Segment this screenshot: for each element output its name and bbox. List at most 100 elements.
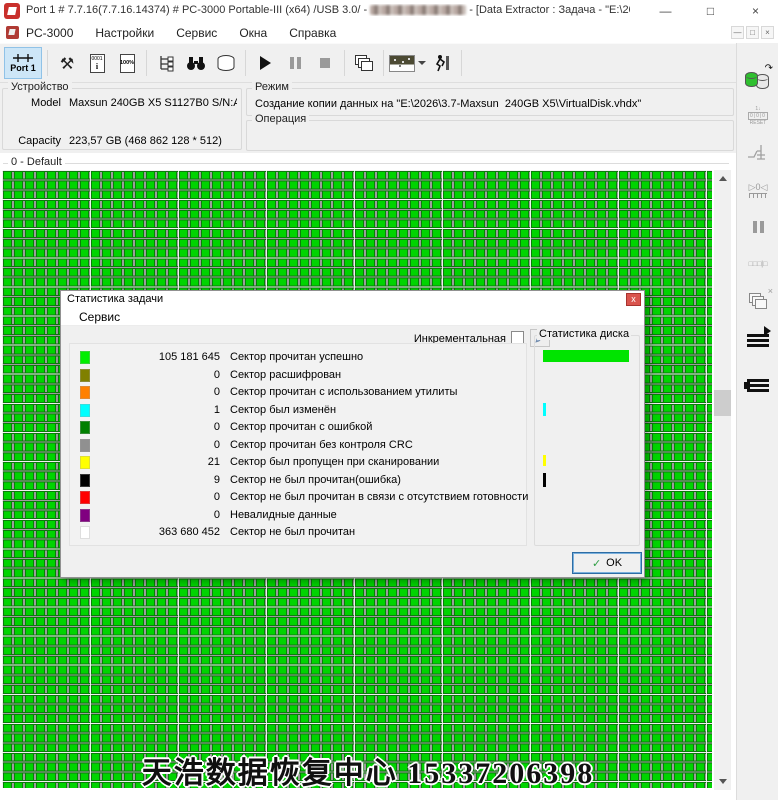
port1-button[interactable]: Port 1	[4, 47, 42, 79]
circuit-icon	[748, 145, 765, 160]
bus-run-button[interactable]	[742, 324, 774, 358]
toolbar-separator	[245, 50, 246, 76]
pause-icon	[289, 57, 301, 69]
dialog-menu-service[interactable]: Сервис	[79, 310, 120, 324]
device-group-label: Устройство	[8, 81, 72, 93]
stop-icon	[320, 58, 330, 68]
mdi-close-button[interactable]: ×	[761, 26, 774, 39]
right-toolbar: ↷ 1↓ 0|0|0 RESET ▷0◁ □□□|□ ×	[736, 43, 778, 800]
dialog-menubar: Сервис	[61, 308, 644, 326]
ok-button[interactable]: ✓ OK	[572, 552, 642, 574]
power-scheme-button[interactable]	[742, 136, 774, 170]
delete-tasks-button[interactable]: ×	[742, 284, 774, 318]
start-button[interactable]	[251, 48, 279, 78]
watermark-text: 天浩数据恢复中心 15337206398	[141, 757, 595, 790]
scrollbar-thumb[interactable]	[714, 390, 731, 416]
menu-help[interactable]: Справка	[289, 26, 336, 40]
stat-row: 363 680 452 Сектор не был прочитан	[70, 525, 526, 542]
sector-count: 0	[213, 438, 220, 451]
map-thumbnail-icon	[389, 54, 415, 72]
sector-count: 0	[213, 491, 220, 503]
dialog-titlebar[interactable]: Статистика задачи x	[61, 291, 644, 308]
window-title: Port 1 # 7.7.16(7.7.16.14374) # PC-3000 …	[26, 4, 630, 16]
mode-groupbox: Режим Создание копии данных на "E:\2026\…	[246, 81, 734, 116]
disk-stat-bar	[543, 350, 629, 362]
stat-row: 21 Сектор был пропущен при сканировании	[70, 455, 526, 472]
stat-row: 0 Сектор прочитан с ошибкой	[70, 420, 526, 437]
copy-tasks-button[interactable]	[350, 48, 378, 78]
data-storage-button[interactable]	[212, 48, 240, 78]
mdi-restore-button[interactable]: □	[746, 26, 759, 39]
reset-counter-button[interactable]: 1↓ 0|0|0 RESET	[742, 99, 774, 133]
layers-icon	[749, 293, 767, 309]
device-capacity-row: Capacity 223,57 GB (468 862 128 * 512)	[18, 135, 222, 147]
chip-config-button[interactable]: □□□|□	[742, 247, 774, 281]
menu-pc3000[interactable]: PC-3000	[26, 26, 73, 40]
pause-button[interactable]	[281, 48, 309, 78]
progress-report-button[interactable]: 100%	[113, 48, 141, 78]
mdi-child-icon[interactable]	[6, 26, 19, 39]
legend-color-swatch	[80, 386, 90, 399]
operation-groupbox: Операция	[246, 113, 734, 151]
map-group-label: 0 - Default	[8, 156, 65, 168]
legend-color-swatch	[80, 368, 90, 382]
search-button[interactable]	[182, 48, 210, 78]
device-model-value: Maxsun 240GB X5 S1127B0 S/N:AA000000	[69, 97, 237, 109]
maximize-button[interactable]: □	[688, 0, 733, 22]
sector-label: Сектор не был прочитан	[230, 526, 356, 538]
dialog-close-button[interactable]: x	[626, 293, 641, 306]
utility-tools-button[interactable]: ⚒	[53, 48, 81, 78]
vertical-scrollbar[interactable]	[714, 170, 731, 790]
scope-icon: ▷0◁	[748, 182, 768, 192]
menu-settings[interactable]: Настройки	[95, 26, 154, 40]
stat-row: 9 Сектор не был прочитан(ошибка)	[70, 473, 526, 490]
bus-play-icon	[747, 326, 771, 348]
stat-row: 0 Невалидные данные	[70, 508, 526, 525]
menu-service[interactable]: Сервис	[176, 26, 217, 40]
stat-row: 0 Сектор не был прочитан в связи с отсутс…	[70, 490, 529, 507]
main-toolbar: Port 1 ⚒ 0001 i 100%	[0, 43, 736, 83]
legend-color-swatch	[80, 456, 90, 469]
stop-button[interactable]	[311, 48, 339, 78]
task-tree-button[interactable]	[152, 48, 180, 78]
menu-windows[interactable]: Окна	[239, 26, 267, 40]
check-icon: ✓	[591, 557, 602, 570]
bus-icon	[744, 379, 769, 393]
device-model-row: ModelMaxsun 240GB X5 S1127B0 S/N:AA00000…	[9, 97, 237, 109]
pc3000-window: Port 1 # 7.7.16(7.7.16.14374) # PC-3000 …	[0, 0, 778, 800]
minimize-button[interactable]: —	[643, 0, 688, 22]
exit-task-button[interactable]	[428, 48, 456, 78]
window-titlebar[interactable]: Port 1 # 7.7.16(7.7.16.14374) # PC-3000 …	[0, 0, 778, 22]
legend-color-swatch	[80, 351, 90, 364]
dialog-title: Статистика задачи	[67, 293, 164, 305]
ruler-icon	[749, 193, 767, 198]
chevron-down-icon[interactable]	[418, 61, 426, 65]
oscilloscope-button[interactable]: ▷0◁	[742, 173, 774, 207]
disk-stats-bars	[535, 336, 639, 545]
data-copy-button[interactable]: ↷	[742, 62, 774, 96]
map-view-button[interactable]	[389, 48, 426, 78]
legend-color-swatch	[80, 491, 90, 504]
pause-task-button[interactable]	[742, 210, 774, 244]
device-groupbox: Устройство Model Maxsun 240GB X5 S1127B0 …	[2, 81, 242, 150]
sector-label: Сектор не был прочитан в связи с отсутст…	[230, 491, 529, 503]
copy-disks-icon: ↷	[745, 63, 773, 89]
tools-icon: ⚒	[59, 53, 75, 73]
layers-icon	[355, 55, 373, 71]
task-statistics-dialog: Статистика задачи x Сервис Инкрементальн…	[60, 290, 645, 578]
sector-label: Невалидные данные	[230, 508, 337, 521]
script-log-button[interactable]: 0001 i	[83, 48, 111, 78]
legend-color-swatch	[80, 473, 90, 487]
bus-config-button[interactable]	[742, 369, 774, 403]
dialog-body: Инкрементальная 105 181 645 Сектор прочит…	[61, 326, 644, 577]
close-button[interactable]: ×	[733, 0, 778, 22]
redacted-text	[370, 5, 467, 16]
scroll-up-button[interactable]	[714, 170, 731, 187]
sector-label: Сектор прочитан без контроля CRC	[230, 438, 413, 451]
app-icon	[4, 3, 20, 19]
play-icon	[259, 56, 271, 70]
sector-count: 363 680 452	[158, 526, 220, 538]
mdi-minimize-button[interactable]: —	[731, 26, 744, 39]
menu-bar: PC-3000 Настройки Сервис Окна Справка — …	[0, 22, 778, 43]
sector-label: Сектор был пропущен при сканировании	[230, 456, 440, 468]
